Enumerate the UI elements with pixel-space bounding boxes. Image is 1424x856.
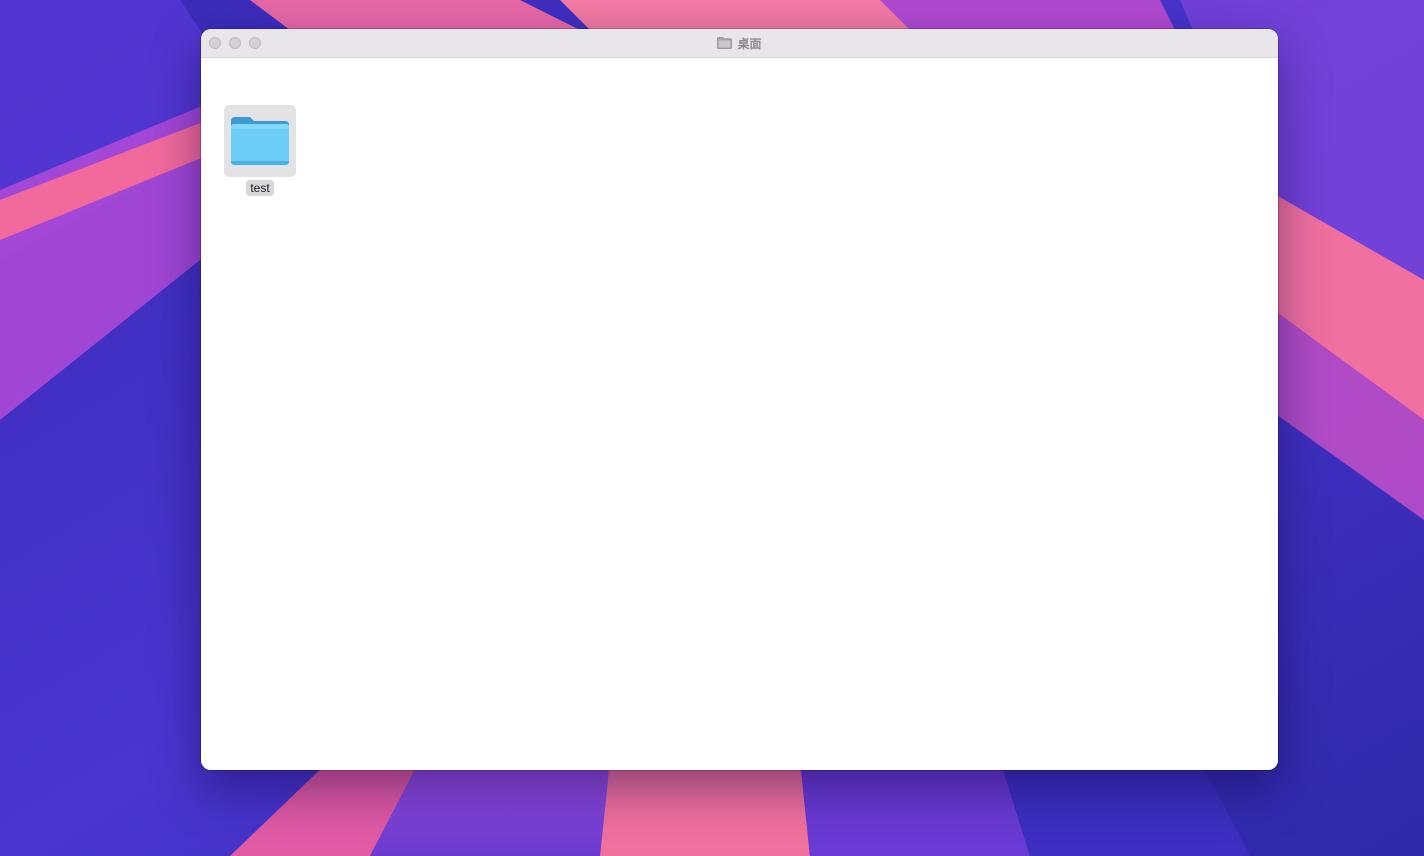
window-title-group: 桌面 — [201, 29, 1278, 57]
folder-icon-selection[interactable] — [224, 105, 296, 177]
window-title: 桌面 — [737, 36, 762, 51]
folder-label[interactable]: test — [246, 180, 274, 196]
folder-icon[interactable] — [229, 115, 291, 167]
finder-window: 桌面 test — [201, 29, 1278, 770]
zoom-button[interactable] — [249, 37, 261, 49]
folder-icon — [717, 37, 733, 49]
folder-content-area[interactable]: test — [201, 58, 1278, 770]
minimize-button[interactable] — [229, 37, 241, 49]
folder-item-test[interactable]: test — [223, 105, 297, 197]
close-button[interactable] — [209, 37, 221, 49]
titlebar[interactable]: 桌面 — [201, 29, 1278, 58]
desktop: 桌面 test — [0, 0, 1424, 856]
